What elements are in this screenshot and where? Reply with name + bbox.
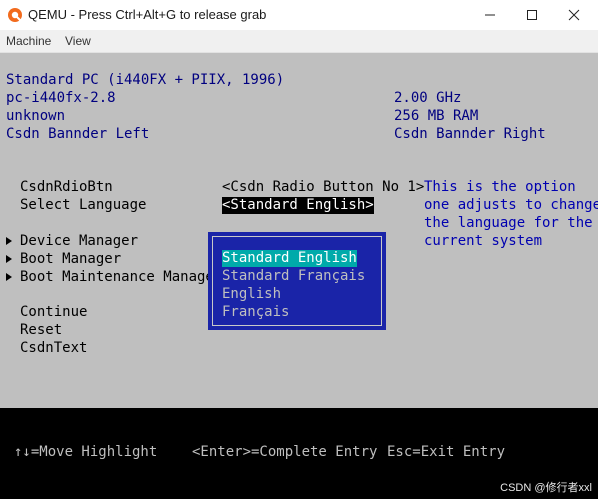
help-line-1: This is the option — [424, 179, 576, 195]
key-help-bar: ↑↓=Move Highlight <Enter>=Complete Entry… — [0, 408, 598, 499]
maximize-button[interactable] — [512, 0, 552, 30]
language-value[interactable]: <Standard English> — [222, 197, 374, 214]
menu-bar: Machine View — [0, 30, 598, 53]
cpu-speed: 2.00 GHz — [394, 90, 462, 106]
window-title: QEMU - Press Ctrl+Alt+G to release grab — [28, 7, 267, 22]
submenu-arrow-icon — [6, 237, 12, 245]
hint-complete-entry: <Enter>=Complete Entry — [192, 444, 378, 460]
bios-screen: Standard PC (i440FX + PIIX, 1996) pc-i44… — [0, 53, 598, 499]
submenu-device-manager[interactable]: Device Manager — [20, 233, 138, 250]
close-button[interactable] — [554, 0, 594, 30]
machine-type: pc-i440fx-2.8 — [6, 90, 116, 106]
help-line-2: one adjusts to change — [424, 197, 598, 213]
submenu-arrow-icon — [6, 255, 12, 263]
language-option[interactable]: Standard English — [222, 250, 357, 267]
minimize-button[interactable] — [470, 0, 510, 30]
banner-left: Csdn Bannder Left — [6, 126, 150, 142]
menu-machine[interactable]: Machine — [6, 34, 51, 48]
action-csdn-text[interactable]: CsdnText — [20, 340, 87, 357]
action-reset[interactable]: Reset — [20, 322, 62, 339]
system-model: Standard PC (i440FX + PIIX, 1996) — [6, 72, 285, 88]
help-line-4: current system — [424, 233, 543, 249]
qemu-window: QEMU - Press Ctrl+Alt+G to release grab … — [0, 0, 598, 499]
radio-label: CsdnRdioBtn — [20, 179, 113, 195]
submenu-boot-maintenance-manager[interactable]: Boot Maintenance Manager — [20, 269, 222, 286]
help-line-3: the language for the — [424, 215, 593, 231]
hint-move-highlight: ↑↓=Move Highlight — [14, 444, 158, 460]
watermark: CSDN @修行者xxl — [500, 482, 592, 494]
system-serial: unknown — [6, 108, 66, 124]
language-popup: Standard English Standard Français Engli… — [208, 232, 386, 330]
language-label: Select Language — [20, 197, 147, 213]
submenu-arrow-icon — [6, 273, 12, 281]
language-option[interactable]: Français — [222, 304, 289, 321]
banner-right: Csdn Bannder Right — [394, 126, 546, 142]
menu-view[interactable]: View — [65, 34, 91, 48]
qemu-icon — [8, 8, 22, 22]
hint-exit-entry: Esc=Exit Entry — [387, 444, 506, 460]
close-icon — [568, 9, 580, 21]
submenu-boot-manager[interactable]: Boot Manager — [20, 251, 121, 268]
maximize-icon — [527, 10, 537, 20]
memory-size: 256 MB RAM — [394, 108, 479, 124]
radio-value[interactable]: <Csdn Radio Button No 1> — [222, 179, 424, 196]
language-option[interactable]: English — [222, 286, 281, 303]
minimize-icon — [485, 14, 495, 16]
title-bar: QEMU - Press Ctrl+Alt+G to release grab — [0, 0, 598, 30]
action-continue[interactable]: Continue — [20, 304, 87, 321]
language-option[interactable]: Standard Français — [222, 268, 365, 285]
